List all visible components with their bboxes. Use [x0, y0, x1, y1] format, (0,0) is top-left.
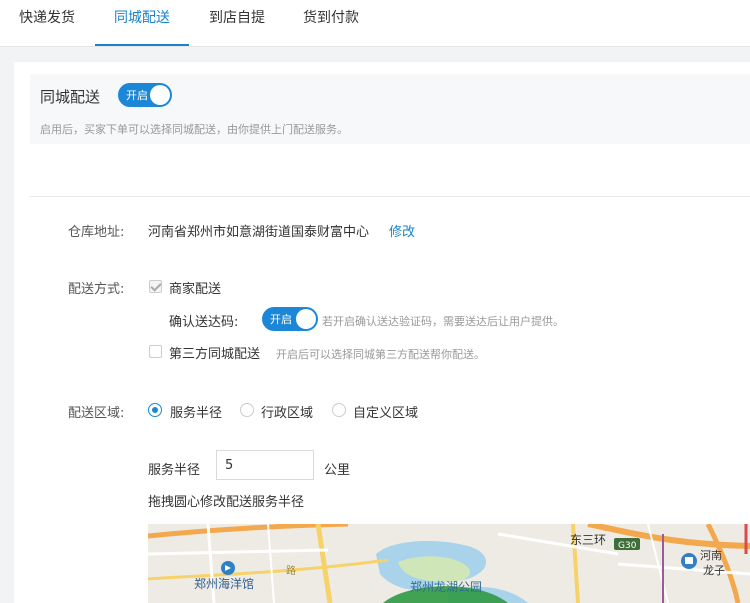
- tab-bar: 快递发货 同城配送 到店自提 货到付款: [0, 0, 750, 47]
- radius-unit: 公里: [324, 463, 351, 478]
- third-party-checkbox[interactable]: [149, 345, 162, 358]
- confirm-toggle-knob: [296, 309, 316, 329]
- tab-pickup[interactable]: 到店自提: [200, 0, 274, 46]
- same-city-toggle[interactable]: 开启: [118, 83, 172, 107]
- edit-address-link[interactable]: 修改: [389, 221, 415, 240]
- map-label-highway: G30: [618, 541, 637, 551]
- divider: [30, 196, 750, 197]
- map-label-province: 河南: [700, 549, 722, 562]
- merchant-delivery-checkbox[interactable]: [149, 280, 162, 293]
- tab-express[interactable]: 快递发货: [10, 0, 84, 46]
- radius-label: 服务半径: [148, 463, 201, 478]
- map-label-district: 龙子: [703, 564, 725, 577]
- third-party-hint: 开启后可以选择同城第三方配送帮你配送。: [276, 348, 485, 361]
- radio-custom-area-label: 自定义区域: [353, 406, 419, 421]
- tab-cod[interactable]: 货到付款: [294, 0, 368, 46]
- map-canvas: 郑州海洋馆 郑州龙湖公园 东三环 G30 河南 龙子 路: [148, 524, 750, 603]
- merchant-delivery-label: 商家配送: [169, 282, 222, 297]
- section-description: 启用后，买家下单可以选择同城配送，由你提供上门配送服务。: [40, 123, 348, 136]
- section-header: 同城配送 开启 启用后，买家下单可以选择同城配送，由你提供上门配送服务。: [30, 74, 750, 144]
- tab-same-city[interactable]: 同城配送: [95, 0, 189, 46]
- delivery-area-label: 配送区域:: [68, 406, 125, 421]
- radio-admin-area[interactable]: [240, 403, 254, 417]
- delivery-method-label: 配送方式:: [68, 282, 125, 297]
- settings-card: 同城配送 开启 启用后，买家下单可以选择同城配送，由你提供上门配送服务。 仓库地…: [14, 62, 750, 603]
- section-title: 同城配送: [40, 88, 101, 106]
- map-label-park: 郑州龙湖公园: [410, 579, 482, 594]
- delivery-map[interactable]: 郑州海洋馆 郑州龙湖公园 东三环 G30 河南 龙子 路: [148, 524, 750, 603]
- confirm-code-label: 确认送达码:: [169, 315, 239, 330]
- toggle-knob: [150, 85, 170, 105]
- warehouse-address: 河南省郑州市如意湖街道国泰财富中心: [148, 225, 370, 240]
- drag-hint: 拖拽圆心修改配送服务半径: [148, 495, 305, 510]
- confirm-code-hint: 若开启确认送达验证码，需要送达后让用户提供。: [322, 315, 564, 328]
- radio-admin-area-label: 行政区域: [261, 406, 314, 421]
- toggle-label: 开启: [126, 89, 148, 102]
- map-label-ring-road: 东三环: [570, 533, 606, 547]
- confirm-code-toggle[interactable]: 开启: [262, 307, 318, 331]
- radio-service-radius-label: 服务半径: [170, 406, 223, 421]
- confirm-toggle-label: 开启: [270, 313, 292, 326]
- radio-service-radius[interactable]: [148, 403, 162, 417]
- radius-input[interactable]: [216, 450, 314, 480]
- third-party-label: 第三方同城配送: [169, 347, 261, 362]
- radio-custom-area[interactable]: [332, 403, 346, 417]
- map-label-museum: 郑州海洋馆: [194, 576, 254, 591]
- warehouse-label: 仓库地址:: [68, 225, 125, 240]
- map-label-road: 路: [286, 564, 296, 577]
